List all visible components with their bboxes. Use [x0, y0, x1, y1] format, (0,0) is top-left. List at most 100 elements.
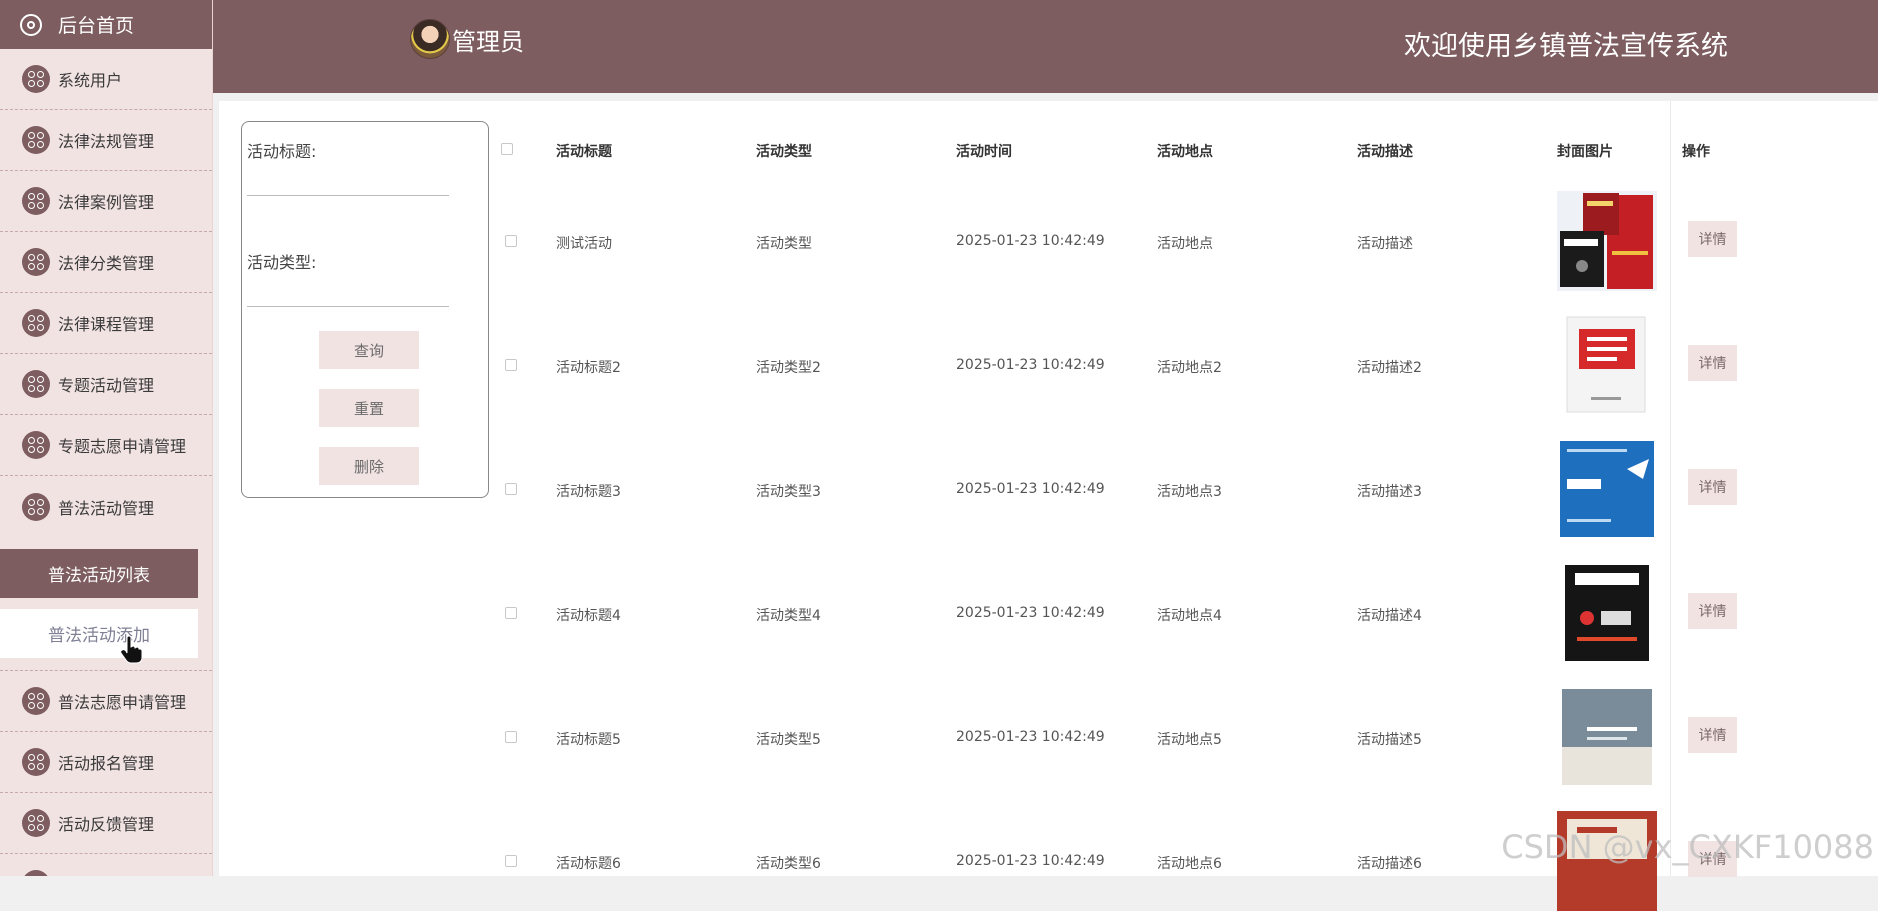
row-time: 2025-01-23 10:42:49	[956, 729, 1105, 745]
submenu-item-activity-list[interactable]: 普法活动列表	[0, 549, 198, 598]
menu-icon	[22, 431, 50, 459]
sidebar-item-law-courses[interactable]: 法律课程管理	[0, 293, 212, 354]
cover-image	[1557, 563, 1657, 663]
select-all-checkbox[interactable]	[501, 143, 513, 155]
row-title: 活动标题3	[556, 484, 621, 500]
cover-image	[1557, 439, 1657, 539]
row-checkbox[interactable]	[505, 235, 517, 247]
detail-button[interactable]: 详情	[1688, 345, 1737, 381]
sidebar-item-feedback[interactable]: 活动反馈管理	[0, 793, 212, 854]
menu-icon	[22, 687, 50, 715]
title-filter-label: 活动标题:	[247, 142, 317, 161]
menu-icon	[22, 492, 50, 521]
row-desc: 活动描述	[1357, 236, 1413, 252]
menu-icon	[22, 309, 50, 337]
row-checkbox[interactable]	[505, 855, 517, 867]
sidebar-item-label: 普法志愿申请管理	[58, 693, 187, 712]
row-type: 活动类型4	[756, 608, 821, 624]
type-filter-label: 活动类型:	[247, 253, 317, 272]
sidebar-item-label: 专题志愿申请管理	[58, 437, 187, 456]
query-button[interactable]: 查询	[319, 331, 419, 369]
delete-button[interactable]: 删除	[319, 447, 419, 485]
row-place: 活动地点6	[1157, 856, 1222, 872]
menu-icon	[22, 248, 50, 276]
column-header-desc: 活动描述	[1357, 144, 1413, 160]
menu-icon	[22, 126, 50, 154]
sidebar-submenu: 普法活动列表 普法活动添加	[0, 537, 212, 671]
row-title: 活动标题2	[556, 360, 621, 376]
sidebar-item-topic-volunteer[interactable]: 专题志愿申请管理	[0, 415, 212, 476]
sidebar-item-law-categories[interactable]: 法律分类管理	[0, 232, 212, 293]
submenu-item-activity-add[interactable]: 普法活动添加	[0, 609, 198, 658]
row-title: 活动标题6	[556, 856, 621, 872]
column-header-cover: 封面图片	[1557, 144, 1613, 160]
menu-icon	[22, 870, 50, 876]
column-header-time: 活动时间	[956, 144, 1012, 160]
row-desc: 活动描述3	[1357, 484, 1422, 500]
column-header-action: 操作	[1682, 144, 1710, 160]
menu-icon	[22, 65, 50, 93]
row-place: 活动地点3	[1157, 484, 1222, 500]
menu-icon	[22, 187, 50, 215]
row-checkbox[interactable]	[505, 731, 517, 743]
detail-button[interactable]: 详情	[1688, 469, 1737, 505]
search-panel: 活动标题: 活动类型: 查询 重置 删除	[241, 121, 489, 498]
sidebar-item-label: 活动报名管理	[58, 754, 155, 773]
sidebar-item-more[interactable]	[0, 854, 212, 876]
sidebar-home[interactable]: 后台首页	[0, 0, 212, 49]
reset-button[interactable]: 重置	[319, 389, 419, 427]
row-checkbox[interactable]	[505, 359, 517, 371]
row-time: 2025-01-23 10:42:49	[956, 233, 1105, 249]
row-type: 活动类型2	[756, 360, 821, 376]
fixed-column-divider	[1670, 101, 1671, 876]
sidebar-item-law-volunteer[interactable]: 普法志愿申请管理	[0, 671, 212, 732]
title-filter-input[interactable]	[247, 163, 449, 196]
main-panel: 活动标题: 活动类型: 查询 重置 删除 活动标题 活动类型 活动时间 活动地点…	[219, 101, 1878, 911]
sidebar-item-registrations[interactable]: 活动报名管理	[0, 732, 212, 793]
row-type: 活动类型3	[756, 484, 821, 500]
sidebar-item-label: 法律课程管理	[58, 315, 155, 334]
row-title: 测试活动	[556, 236, 612, 252]
top-header: 管理员 欢迎使用乡镇普法宣传系统	[213, 0, 1878, 93]
admin-name[interactable]: 管理员	[452, 22, 524, 57]
row-time: 2025-01-23 10:42:49	[956, 481, 1105, 497]
row-time: 2025-01-23 10:42:49	[956, 853, 1105, 869]
column-header-title: 活动标题	[556, 144, 612, 160]
row-desc: 活动描述5	[1357, 732, 1422, 748]
row-type: 活动类型	[756, 236, 812, 252]
column-header-type: 活动类型	[756, 144, 812, 160]
sidebar-item-topic-activities[interactable]: 专题活动管理	[0, 354, 212, 415]
home-icon	[20, 13, 42, 36]
row-place: 活动地点4	[1157, 608, 1222, 624]
row-title: 活动标题4	[556, 608, 621, 624]
row-checkbox[interactable]	[505, 483, 517, 495]
cover-image	[1557, 687, 1657, 787]
row-desc: 活动描述4	[1357, 608, 1422, 624]
type-filter-input[interactable]	[247, 274, 449, 307]
menu-icon	[22, 370, 50, 398]
sidebar-item-law-cases[interactable]: 法律案例管理	[0, 171, 212, 232]
menu-icon	[22, 809, 50, 837]
row-time: 2025-01-23 10:42:49	[956, 357, 1105, 373]
row-place: 活动地点	[1157, 236, 1213, 252]
sidebar-item-law-activities[interactable]: 普法活动管理	[0, 476, 212, 537]
detail-button[interactable]: 详情	[1688, 717, 1737, 753]
sidebar-item-label: 专题活动管理	[58, 376, 155, 395]
detail-button[interactable]: 详情	[1688, 221, 1737, 257]
row-time: 2025-01-23 10:42:49	[956, 605, 1105, 621]
sidebar-item-label: 法律分类管理	[58, 254, 155, 273]
sidebar-item-system-users[interactable]: 系统用户	[0, 49, 212, 110]
sidebar-item-label: 系统用户	[58, 71, 123, 90]
hand-cursor-icon	[120, 636, 142, 664]
sidebar-home-label: 后台首页	[58, 15, 135, 37]
cover-image	[1557, 191, 1657, 291]
sidebar-item-law-regulations[interactable]: 法律法规管理	[0, 110, 212, 171]
row-checkbox[interactable]	[505, 607, 517, 619]
admin-avatar[interactable]	[410, 19, 450, 59]
row-desc: 活动描述6	[1357, 856, 1422, 872]
sidebar-item-label: 法律案例管理	[58, 193, 155, 212]
row-type: 活动类型6	[756, 856, 821, 872]
detail-button[interactable]: 详情	[1688, 593, 1737, 629]
sidebar-item-label: 活动反馈管理	[58, 815, 155, 834]
row-type: 活动类型5	[756, 732, 821, 748]
